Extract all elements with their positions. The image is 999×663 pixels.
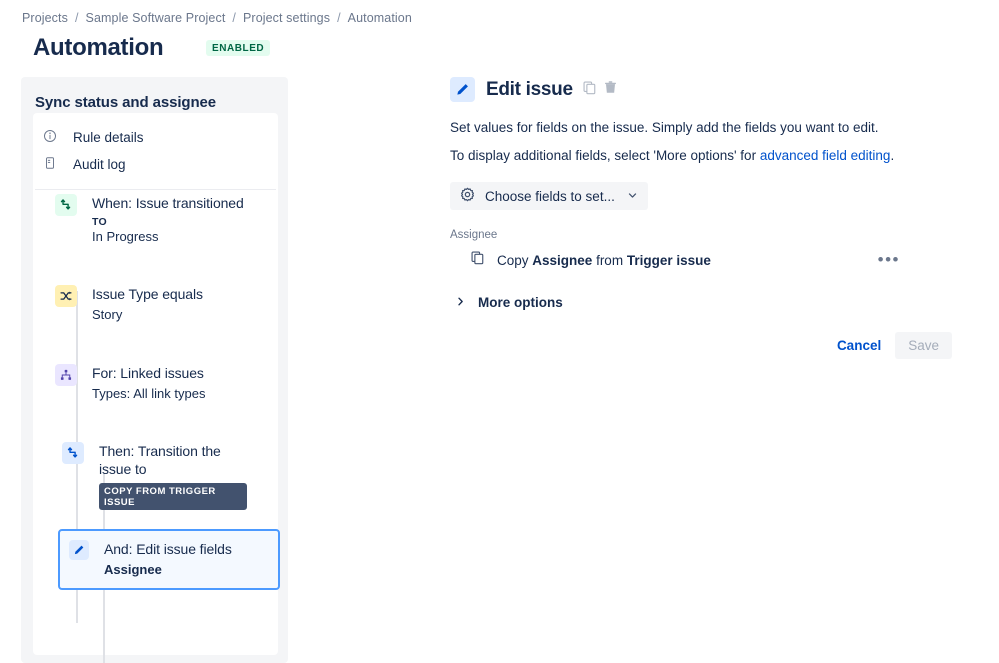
rule-component-title: When: Issue transitioned [92,194,244,212]
rule-component-when-issue-transitioned[interactable]: When: Issue transitioned TO In Progress [55,194,244,246]
rule-component-for-linked-issues[interactable]: For: Linked issues Types: All link types [55,364,205,403]
chevron-right-icon [455,295,466,310]
breadcrumb-item-projects[interactable]: Projects [22,11,68,25]
rule-component-title: Then: Transition the issue to [99,442,247,478]
gear-icon [460,187,475,205]
status-badge: ENABLED [206,40,270,56]
advanced-field-editing-link[interactable]: advanced field editing [760,148,891,163]
rule-component-title: For: Linked issues [92,364,205,382]
field-value-assignee: Copy Assignee from Trigger issue [497,253,711,268]
detail-description-1: Set values for fields on the issue. Simp… [450,119,970,136]
breadcrumb-item-sample-software-project[interactable]: Sample Software Project [86,11,226,25]
field-label-assignee: Assignee [450,229,970,241]
rule-panel-title: Sync status and assignee [21,77,288,111]
choose-fields-label: Choose fields to set... [485,189,615,204]
sidebar-item-label: Rule details [73,130,144,145]
delete-icon[interactable] [603,80,618,100]
cancel-button[interactable]: Cancel [829,332,889,359]
breadcrumb-item-automation[interactable]: Automation [348,11,412,25]
choose-fields-dropdown[interactable]: Choose fields to set... [450,182,648,210]
rule-component-sub-label: TO [92,216,244,228]
component-detail-panel: Edit issue Set values for fields on the … [450,77,970,359]
field-value-mid: from [592,253,627,268]
rule-component-subtitle: Story [92,306,203,324]
detail-header: Edit issue [450,77,970,102]
sidebar-item-audit-log[interactable]: Audit log [33,151,278,178]
sidebar-item-label: Audit log [73,157,126,172]
detail-description-2: To display additional fields, select 'Mo… [450,147,970,164]
rule-component-subtitle: In Progress [92,228,244,246]
rule-component-title: And: Edit issue fields [104,540,232,558]
detail-description-2-prefix: To display additional fields, select 'Mo… [450,148,760,163]
rule-panel: Sync status and assignee Rule details [21,77,288,663]
more-options-label: More options [478,295,563,310]
field-row-assignee: Copy Assignee from Trigger issue ••• [450,249,970,271]
field-value-source-field: Assignee [532,253,592,268]
rule-component-title: Issue Type equals [92,285,203,303]
shuffle-icon [55,285,77,307]
detail-title: Edit issue [486,79,573,101]
page-title: Automation [33,34,163,62]
rule-component-then-transition-issue[interactable]: Then: Transition the issue to COPY FROM … [62,442,247,510]
field-value-source-issue: Trigger issue [627,253,711,268]
sidebar-item-rule-details[interactable]: Rule details [33,124,278,151]
more-options-toggle[interactable]: More options [455,295,970,310]
copy-from-trigger-chip: COPY FROM TRIGGER ISSUE [99,483,247,510]
detail-actions: Cancel Save [450,332,952,359]
branch-tree-icon [55,364,77,386]
field-more-menu-icon[interactable]: ••• [878,255,900,265]
copy-icon [470,250,485,270]
field-value-prefix: Copy [497,253,532,268]
audit-log-icon [43,156,57,173]
rule-component-issue-type-equals[interactable]: Issue Type equals Story [55,285,203,324]
save-button[interactable]: Save [895,332,952,359]
rule-component-and-edit-issue-fields[interactable]: And: Edit issue fields Assignee [58,529,280,590]
pencil-icon [69,540,89,560]
divider [35,189,276,190]
breadcrumb-separator: / [337,11,341,25]
duplicate-icon[interactable] [582,80,597,100]
breadcrumb-separator: / [232,11,236,25]
info-circle-icon [43,129,57,146]
breadcrumb-item-project-settings[interactable]: Project settings [243,11,330,25]
breadcrumb-separator: / [75,11,79,25]
rule-component-subtitle: Types: All link types [92,385,205,403]
transition-arrow-icon [62,442,84,464]
detail-description-2-suffix: . [890,148,894,163]
pencil-icon [450,77,475,102]
chevron-down-icon [627,189,638,204]
transition-arrow-icon [55,194,77,216]
rule-component-subtitle: Assignee [104,561,232,579]
breadcrumb: Projects / Sample Software Project / Pro… [22,11,412,25]
